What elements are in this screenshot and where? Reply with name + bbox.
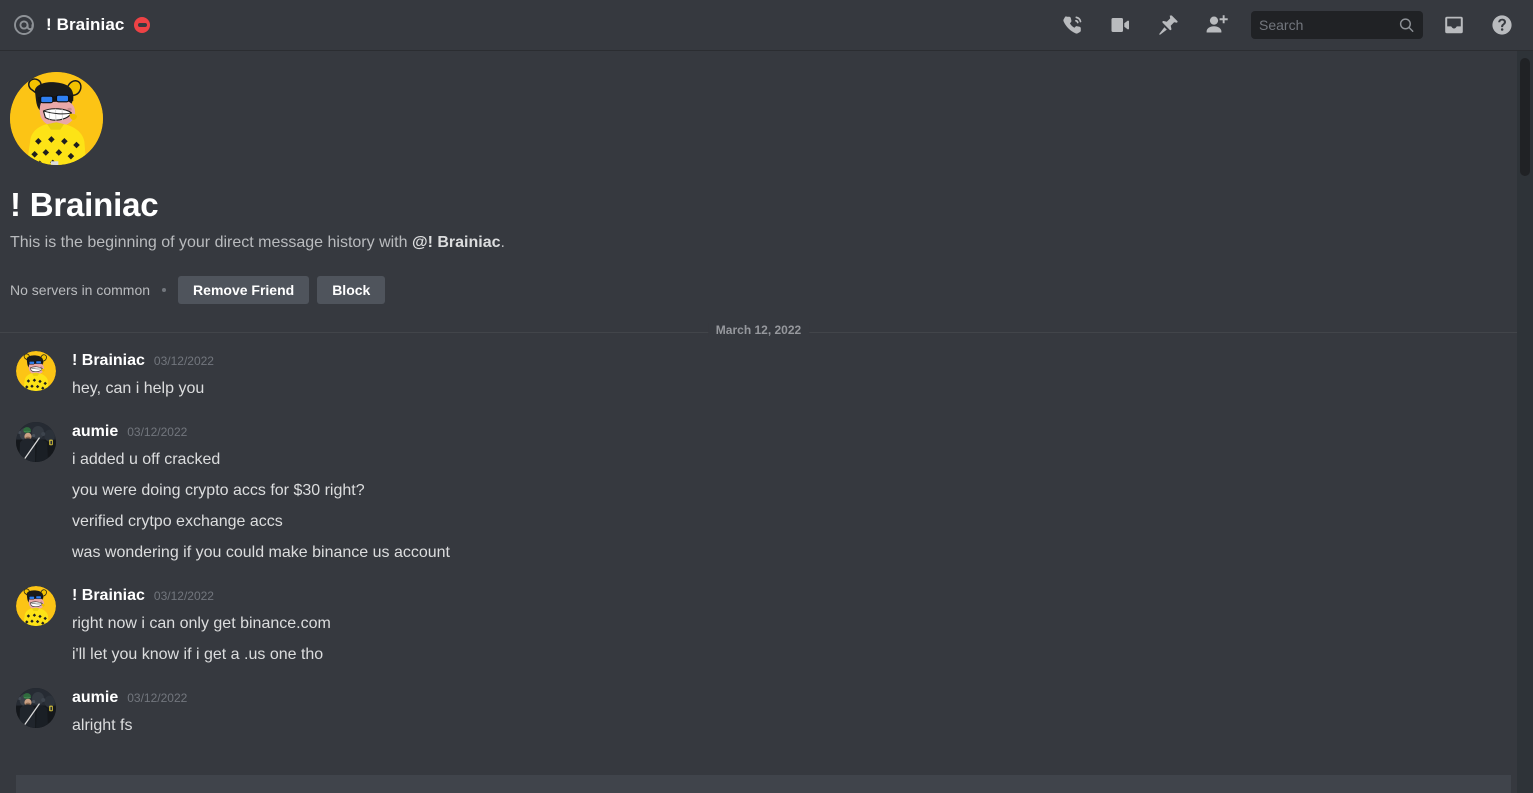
message-group: aumie 03/12/2022 alright fs (0, 670, 1533, 741)
messages-content: ! Brainiac This is the beginning of your… (0, 51, 1533, 741)
aumie-avatar-art (16, 422, 56, 462)
message-composer[interactable] (0, 775, 1533, 793)
message-header: ! Brainiac 03/12/2022 (72, 350, 1517, 372)
messages-scrollbar-thumb[interactable] (1520, 58, 1530, 176)
aumie-avatar[interactable] (16, 422, 56, 462)
add-friend-icon[interactable] (1199, 8, 1233, 42)
message-body: ! Brainiac 03/12/2022 hey, can i help you (72, 350, 1517, 404)
message-group: ! Brainiac 03/12/2022 right now i can only… (0, 568, 1533, 670)
message-author[interactable]: ! Brainiac (72, 585, 145, 607)
mutual-servers-label: No servers in common (10, 282, 151, 298)
message-header: aumie 03/12/2022 (72, 687, 1517, 709)
channel-header-toolbar (1041, 8, 1533, 42)
voice-call-icon[interactable] (1055, 8, 1089, 42)
brainiac-avatar-art (16, 586, 56, 626)
brainiac-avatar[interactable] (16, 586, 56, 626)
brainiac-avatar-large[interactable] (10, 72, 103, 165)
block-button[interactable]: Block (317, 276, 386, 304)
message-body: aumie 03/12/2022 i added u off cracked you … (72, 421, 1517, 568)
discord-dm-window: ! Brainiac Search ! Brainiac This is the… (0, 0, 1533, 793)
message-timestamp: 03/12/2022 (153, 354, 214, 368)
dm-intro-display-name: ! Brainiac (10, 186, 159, 223)
pin-icon[interactable] (1151, 8, 1185, 42)
search-box[interactable] (1251, 11, 1423, 39)
brainiac-avatar-art (16, 351, 56, 391)
channel-header-left: ! Brainiac (0, 11, 1041, 39)
message-group: ! Brainiac 03/12/2022 hey, can i help you (0, 333, 1533, 404)
inbox-icon[interactable] (1437, 8, 1471, 42)
message-text: i added u off cracked (72, 451, 221, 468)
message-text: right now i can only get binance.com (72, 615, 331, 632)
message-text: verified crytpo exchange accs (72, 513, 283, 530)
video-call-icon[interactable] (1103, 8, 1137, 42)
message-text: i'll let you know if i get a .us one tho (72, 646, 324, 663)
message-timestamp: 03/12/2022 (127, 425, 188, 439)
dm-intro-subtitle: This is the beginning of your direct mes… (10, 233, 1533, 253)
message-text: you were doing crypto accs for $30 right… (72, 482, 365, 499)
remove-friend-button[interactable]: Remove Friend (178, 276, 310, 304)
message-text: hey, can i help you (72, 380, 205, 397)
message-body: aumie 03/12/2022 alright fs (72, 687, 1517, 741)
dm-intro: ! Brainiac This is the beginning of your… (0, 51, 1533, 304)
message-text: alright fs (72, 717, 133, 734)
dm-intro-subtitle-suffix: . (500, 234, 505, 251)
message-group: aumie 03/12/2022 i added u off cracked you … (0, 404, 1533, 568)
message-header: ! Brainiac 03/12/2022 (72, 585, 1517, 607)
message-timestamp: 03/12/2022 (153, 589, 214, 603)
separator-dot (162, 288, 167, 292)
channel-header: ! Brainiac (0, 0, 1533, 51)
messages-scrollbar-track[interactable] (1517, 51, 1533, 793)
brainiac-avatar-art (10, 72, 103, 165)
message-text: was wondering if you could make binance … (72, 544, 450, 561)
aumie-avatar-art (16, 688, 56, 728)
dm-intro-mention[interactable]: @! Brainiac (412, 234, 501, 251)
dm-title: ! Brainiac (46, 15, 125, 34)
messages-scroller[interactable]: ! Brainiac This is the beginning of your… (0, 51, 1533, 793)
message-list: ! Brainiac 03/12/2022 hey, can i help you … (0, 333, 1533, 741)
at-icon (10, 11, 38, 39)
search-icon (1398, 17, 1415, 34)
message-author[interactable]: ! Brainiac (72, 350, 145, 372)
message-header: aumie 03/12/2022 (72, 421, 1517, 443)
dm-intro-subtitle-prefix: This is the beginning of your direct mes… (10, 234, 412, 251)
message-timestamp: 03/12/2022 (127, 691, 188, 705)
message-author[interactable]: aumie (72, 687, 118, 709)
message-body: ! Brainiac 03/12/2022 right now i can only… (72, 585, 1517, 670)
brainiac-avatar[interactable] (16, 351, 56, 391)
dnd-status-icon (134, 17, 151, 33)
message-author[interactable]: aumie (72, 421, 118, 443)
dm-intro-actions: No servers in common Remove Friend Block (10, 276, 1533, 304)
composer-left-gutter (0, 775, 16, 793)
help-icon[interactable] (1485, 8, 1519, 42)
search-input[interactable] (1259, 17, 1389, 33)
aumie-avatar[interactable] (16, 688, 56, 728)
